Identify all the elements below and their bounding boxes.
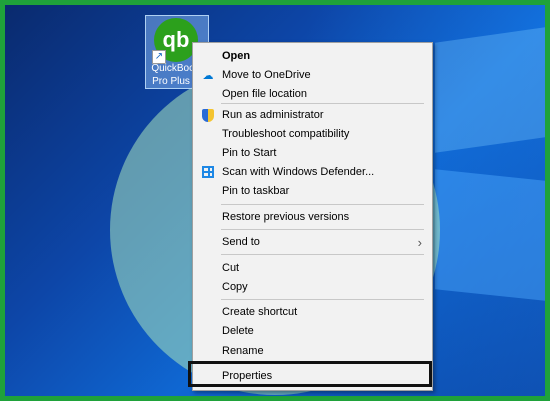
menu-item-restore-previous-versions[interactable]: Restore previous versions (193, 207, 432, 227)
menu-item-troubleshoot-compatibility[interactable]: Troubleshoot compatibility (193, 124, 432, 144)
context-menu: Open ☁ Move to OneDrive Open file locati… (188, 42, 433, 391)
menu-separator (221, 204, 424, 205)
menu-item-cut[interactable]: Cut (193, 258, 432, 278)
chevron-right-icon: › (417, 234, 422, 250)
menu-item-label: Cut (222, 262, 240, 274)
menu-item-pin-to-start[interactable]: Pin to Start (193, 143, 432, 163)
menu-separator (221, 254, 424, 255)
menu-separator (221, 299, 424, 300)
menu-item-send-to[interactable]: Send to › (193, 232, 432, 252)
menu-item-label: Copy (222, 281, 248, 293)
menu-item-label: Send to (222, 236, 260, 248)
menu-item-label: Create shortcut (222, 306, 298, 318)
menu-item-label: Pin to taskbar (222, 185, 290, 197)
menu-item-label: Open file location (222, 88, 307, 100)
windows-defender-icon (201, 165, 215, 179)
menu-item-label: Move to OneDrive (222, 69, 311, 81)
menu-item-label: Run as administrator (222, 109, 324, 121)
menu-item-create-shortcut[interactable]: Create shortcut (193, 302, 432, 322)
menu-item-delete[interactable]: Delete (193, 321, 432, 341)
wallpaper-pane-upper (435, 27, 545, 153)
menu-item-pin-to-taskbar[interactable]: Pin to taskbar (193, 181, 432, 201)
shield-icon (201, 108, 215, 122)
menu-item-label: Pin to Start (222, 147, 277, 159)
onedrive-icon: ☁ (202, 69, 214, 82)
menu-item-label: Troubleshoot compatibility (222, 128, 350, 140)
menu-item-rename[interactable]: Rename (193, 341, 432, 361)
wallpaper-pane-lower (435, 169, 545, 301)
menu-item-copy[interactable]: Copy (193, 277, 432, 297)
menu-item-label: Open (222, 50, 251, 62)
menu-item-label: Rename (222, 345, 264, 357)
properties-highlight-box (188, 361, 432, 387)
menu-item-open[interactable]: Open (193, 46, 432, 66)
menu-item-run-as-administrator[interactable]: Run as administrator (193, 105, 432, 125)
menu-separator (221, 103, 424, 104)
menu-separator (221, 229, 424, 230)
menu-item-label: Delete (222, 325, 254, 337)
menu-item-label: Restore previous versions (222, 211, 350, 223)
menu-item-label: Scan with Windows Defender... (222, 166, 375, 178)
menu-item-open-file-location[interactable]: Open file location (193, 84, 432, 104)
menu-item-move-to-onedrive[interactable]: ☁ Move to OneDrive (193, 65, 432, 85)
menu-item-scan-with-windows-defender[interactable]: Scan with Windows Defender... (193, 162, 432, 182)
